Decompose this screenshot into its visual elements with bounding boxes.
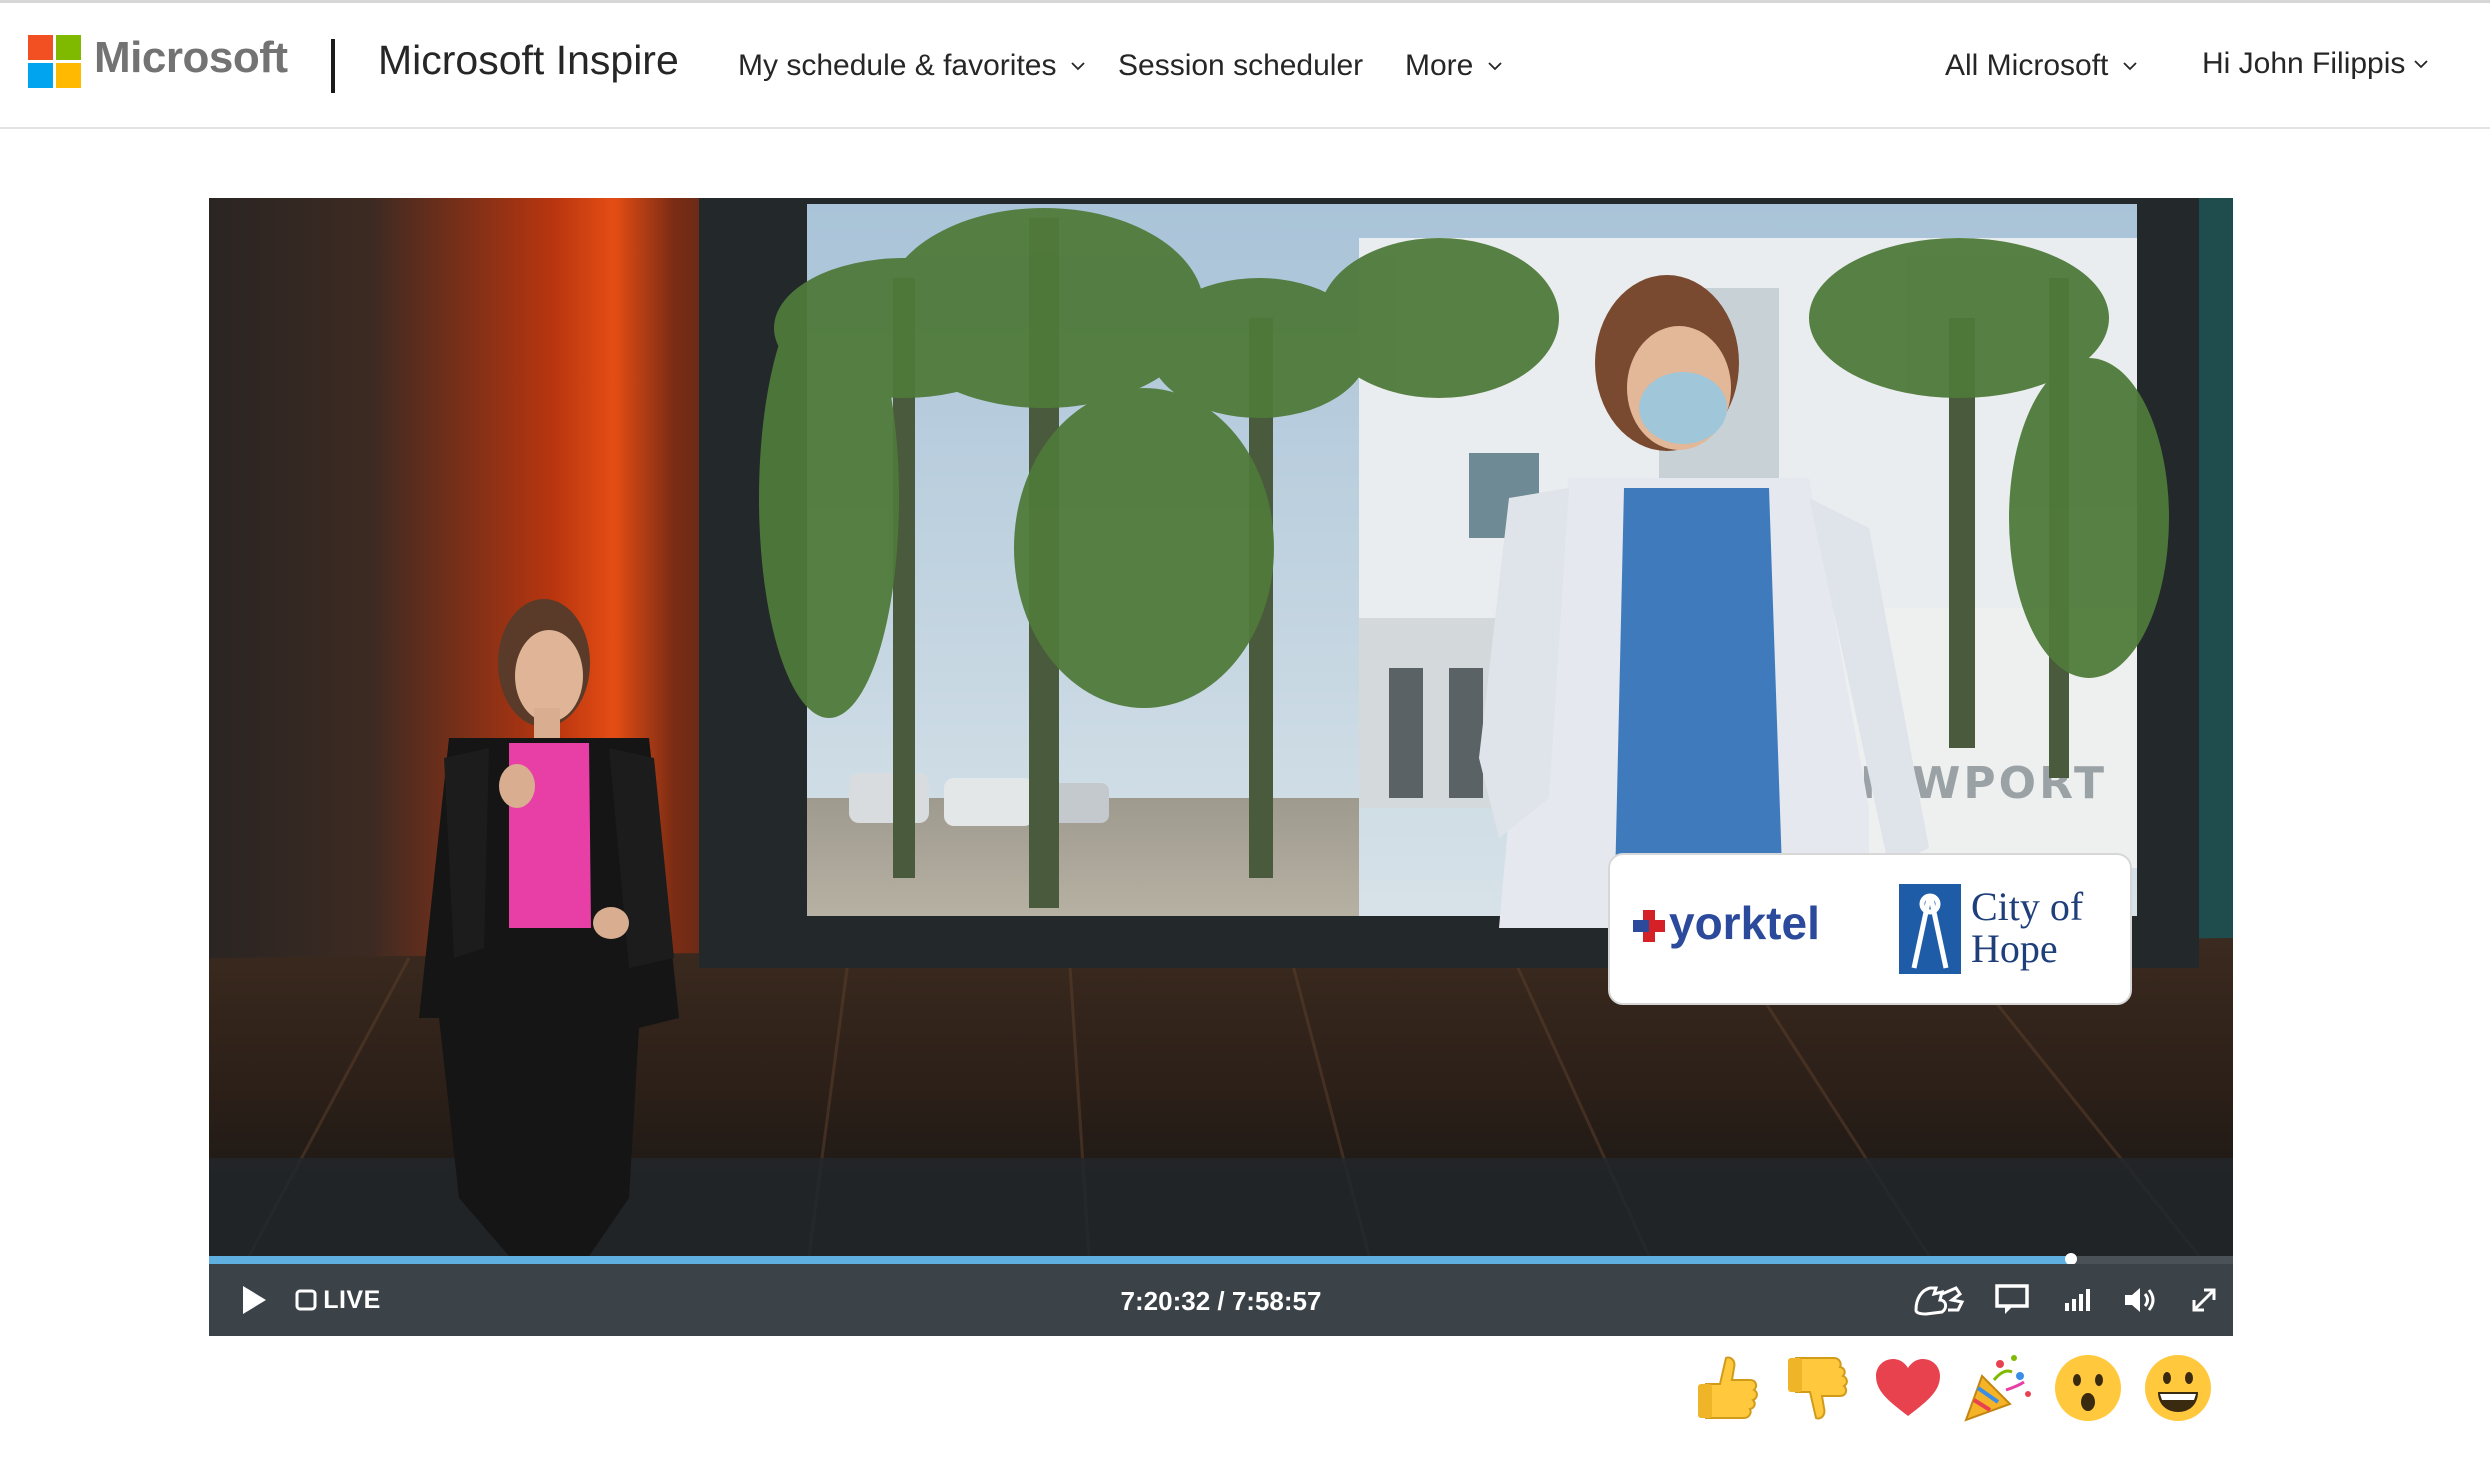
video-frame[interactable]: NEWPORT yorktel City of Hope [209,198,2233,1256]
video-progress-fill [209,1256,2072,1264]
video-player[interactable]: NEWPORT yorktel City of Hope LIVE 7:20:3… [209,198,2233,1336]
nav-more-label: More [1405,49,1474,82]
stage-screen: NEWPORT [759,204,2169,928]
thumbs-up-icon [1698,1356,1758,1419]
nav-session-scheduler[interactable]: Session scheduler [1118,49,1363,83]
grinning-face-icon [2145,1355,2211,1421]
sponsor-card: yorktel City of Hope [1608,853,2132,1005]
volume-button[interactable] [2115,1264,2165,1336]
captions-button[interactable] [1987,1264,2037,1336]
signal-bars-icon [2065,1289,2090,1311]
user-greeting: Hi John Filippis [2202,47,2406,80]
sign-language-icon [1914,1286,1965,1316]
surprised-face-icon [2055,1355,2121,1421]
reaction-heart[interactable] [1870,1350,1946,1426]
fullscreen-button[interactable] [2179,1264,2229,1336]
reaction-surprised[interactable] [2050,1350,2126,1426]
nav-more[interactable]: More [1405,49,1503,83]
sponsor-hope: Hope [1971,926,2058,971]
sign-language-button[interactable] [1909,1264,1969,1336]
sponsor-yorktel: yorktel [1669,897,1820,949]
all-microsoft-menu[interactable]: All Microsoft [1945,49,2138,83]
site-title[interactable]: Microsoft Inspire [378,37,679,84]
all-microsoft-label: All Microsoft [1945,49,2109,82]
quality-button[interactable] [2052,1264,2102,1336]
user-menu[interactable]: Hi John Filippis [2202,47,2429,81]
video-progress-bar[interactable] [209,1253,2233,1265]
reaction-party[interactable] [1960,1350,2036,1426]
video-controls: LIVE 7:20:32 / 7:58:57 [209,1264,2233,1336]
nav-my-schedule-label: My schedule & favorites [738,49,1057,82]
header-divider [331,39,335,93]
nav-session-scheduler-label: Session scheduler [1118,49,1364,82]
fullscreen-icon [2192,1288,2216,1312]
party-popper-icon [1964,1355,2031,1422]
nav-my-schedule[interactable]: My schedule & favorites [738,49,1086,83]
chevron-down-icon [2414,60,2429,69]
site-header: Microsoft Microsoft Inspire My schedule … [0,3,2490,129]
captions-icon [1995,1284,2029,1314]
chevron-down-icon [2123,62,2137,71]
reaction-thumbs-up[interactable] [1690,1350,1766,1426]
volume-icon [2125,1288,2155,1312]
microsoft-logo-icon[interactable] [28,35,82,89]
heart-icon [1876,1359,1940,1416]
chevron-down-icon [1488,62,1502,71]
reaction-grin[interactable] [2140,1350,2216,1426]
chevron-down-icon [1071,62,1086,71]
reaction-thumbs-down[interactable] [1780,1350,1856,1426]
thumbs-down-icon [1788,1357,1848,1420]
sponsor-city-of: City of [1971,884,2084,929]
microsoft-brand-text[interactable]: Microsoft [94,33,288,83]
